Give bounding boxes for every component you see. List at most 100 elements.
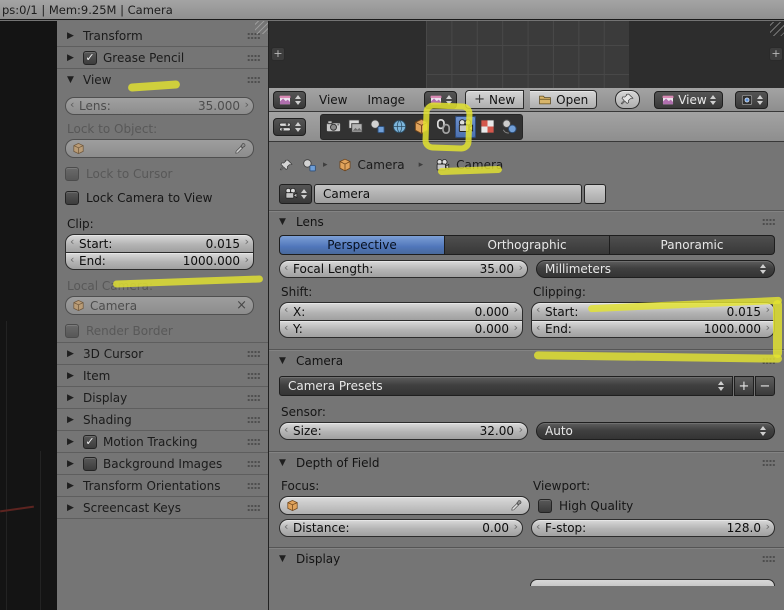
clip-start-slider[interactable]: Start: 0.015 xyxy=(65,234,254,252)
shift-x-slider[interactable]: X: 0.000 xyxy=(279,302,523,320)
camera-name-field[interactable]: Camera xyxy=(314,184,582,204)
view-mode-dropdown[interactable]: View xyxy=(654,91,722,109)
local-camera-field[interactable]: Camera × xyxy=(65,296,254,315)
display-channels-dropdown[interactable] xyxy=(735,91,768,109)
dof-distance-slider[interactable]: Distance: 0.00 xyxy=(279,519,523,537)
background-images-checkbox[interactable] xyxy=(83,457,97,471)
tab-physics[interactable] xyxy=(499,116,520,138)
panel-header-display[interactable]: ▶ Display xyxy=(57,387,268,409)
expand-region-right-button[interactable]: + xyxy=(769,47,783,61)
lock-camera-to-view-checkbox[interactable] xyxy=(65,191,79,205)
tab-constraints[interactable] xyxy=(433,116,454,138)
grease-pencil-checkbox[interactable]: ✓ xyxy=(83,51,97,65)
panel-header-transform[interactable]: ▶ Transform xyxy=(57,25,268,47)
pin-icon[interactable] xyxy=(279,158,294,173)
tab-scene[interactable] xyxy=(367,116,388,138)
drag-dots-icon[interactable] xyxy=(247,460,260,468)
fstop-slider[interactable]: F-stop: 128.0 xyxy=(531,519,775,537)
tab-object[interactable] xyxy=(411,116,432,138)
panel-header-grease-pencil[interactable]: ▶ ✓ Grease Pencil xyxy=(57,47,268,69)
drag-dots-icon[interactable] xyxy=(762,218,775,226)
image-datablock-selector[interactable] xyxy=(424,91,457,109)
drag-dots-icon[interactable] xyxy=(247,76,260,84)
panel-header-motion-tracking[interactable]: ▶ ✓ Motion Tracking xyxy=(57,431,268,453)
display-panel-widget-partial[interactable] xyxy=(530,579,775,586)
drag-dots-icon[interactable] xyxy=(762,555,775,563)
pin-toggle-button[interactable] xyxy=(615,90,640,109)
menu-view[interactable]: View xyxy=(312,93,354,107)
drag-dots-icon[interactable] xyxy=(247,394,260,402)
expand-region-left-button[interactable]: + xyxy=(271,47,285,61)
drag-dots-icon[interactable] xyxy=(247,372,260,380)
tab-object-data[interactable] xyxy=(455,116,476,138)
high-quality-checkbox[interactable] xyxy=(538,499,552,513)
drag-dots-icon[interactable] xyxy=(247,416,260,424)
panel-header-item[interactable]: ▶ Item xyxy=(57,365,268,387)
panel-header-lens[interactable]: ▼ Lens xyxy=(279,211,775,233)
panel-header-screencast-keys[interactable]: ▶ Screencast Keys xyxy=(57,497,268,519)
drag-dots-icon[interactable] xyxy=(247,482,260,490)
dropdown-arrows-icon xyxy=(301,189,307,199)
eyedropper-icon[interactable] xyxy=(234,142,247,155)
tab-render-layers[interactable] xyxy=(345,116,366,138)
add-preset-button[interactable]: + xyxy=(734,376,754,396)
uv-image-viewport[interactable]: + + xyxy=(269,21,784,88)
viewport-3d[interactable] xyxy=(0,21,57,610)
focal-length-slider[interactable]: Focal Length: 35.00 xyxy=(279,260,528,278)
info-header[interactable]: ps:0/1 | Mem:9.25M | Camera xyxy=(0,0,784,20)
new-image-button[interactable]: + New xyxy=(465,90,524,109)
panel-header-transform-orientations[interactable]: ▶ Transform Orientations xyxy=(57,475,268,497)
dropdown-arrows-icon xyxy=(757,95,763,105)
lock-object-field[interactable] xyxy=(65,139,254,158)
panel-header-display[interactable]: ▼ Display xyxy=(279,548,775,570)
focus-object-field[interactable] xyxy=(279,496,530,515)
scene-icon[interactable] xyxy=(302,158,317,173)
lock-to-cursor-checkbox[interactable] xyxy=(65,167,79,181)
clip-end-slider[interactable]: End: 1000.000 xyxy=(65,252,254,270)
resize-handle[interactable] xyxy=(770,22,784,36)
panel-header-background-images[interactable]: ▶ Background Images xyxy=(57,453,268,475)
tab-texture[interactable] xyxy=(477,116,498,138)
panel-header-view[interactable]: ▼ View xyxy=(57,69,268,91)
drag-dots-icon[interactable] xyxy=(247,504,260,512)
motion-tracking-checkbox[interactable]: ✓ xyxy=(83,435,97,449)
cube-icon xyxy=(72,299,85,312)
clear-icon[interactable]: × xyxy=(236,298,247,313)
remove-preset-button[interactable]: − xyxy=(755,376,775,396)
panel-header-shading[interactable]: ▶ Shading xyxy=(57,409,268,431)
resize-handle[interactable] xyxy=(255,21,268,34)
lens-slider[interactable]: Lens: 35.000 xyxy=(65,97,254,115)
clip-start-slider[interactable]: Start: 0.015 xyxy=(531,302,775,320)
lens-unit-dropdown[interactable]: Millimeters xyxy=(536,260,775,278)
orthographic-button[interactable]: Orthographic xyxy=(445,235,610,255)
panoramic-button[interactable]: Panoramic xyxy=(610,235,775,255)
clip-end-slider[interactable]: End: 1000.000 xyxy=(531,320,775,338)
field-value: 0.000 xyxy=(475,322,509,336)
render-border-checkbox[interactable] xyxy=(65,324,79,338)
breadcrumb-object[interactable]: Camera xyxy=(358,158,405,172)
drag-dots-icon[interactable] xyxy=(247,54,260,62)
open-image-button[interactable]: Open xyxy=(530,90,597,109)
camera-presets-dropdown[interactable]: Camera Presets xyxy=(279,376,733,396)
perspective-button[interactable]: Perspective xyxy=(279,235,445,255)
drag-dots-icon[interactable] xyxy=(762,459,775,467)
tab-render[interactable] xyxy=(323,116,344,138)
fake-user-button[interactable] xyxy=(584,184,606,204)
eyedropper-icon[interactable] xyxy=(510,499,523,512)
drag-dots-icon[interactable] xyxy=(247,438,260,446)
panel-header-camera[interactable]: ▼ Camera xyxy=(279,350,775,372)
panel-title: Lens xyxy=(296,215,324,229)
breadcrumb-data[interactable]: Camera xyxy=(456,158,503,172)
sensor-fit-dropdown[interactable]: Auto xyxy=(536,422,775,440)
camera-datablock-browse[interactable] xyxy=(279,184,312,204)
editor-type-selector[interactable] xyxy=(273,91,306,109)
menu-image[interactable]: Image xyxy=(360,93,412,107)
drag-dots-icon[interactable] xyxy=(762,357,775,365)
panel-header-3d-cursor[interactable]: ▶ 3D Cursor xyxy=(57,343,268,365)
tab-world[interactable] xyxy=(389,116,410,138)
sensor-size-slider[interactable]: Size: 32.00 xyxy=(279,422,528,440)
drag-dots-icon[interactable] xyxy=(247,350,260,358)
editor-type-selector[interactable] xyxy=(273,118,306,136)
shift-y-slider[interactable]: Y: 0.000 xyxy=(279,320,523,338)
panel-header-depth-of-field[interactable]: ▼ Depth of Field xyxy=(279,452,775,474)
